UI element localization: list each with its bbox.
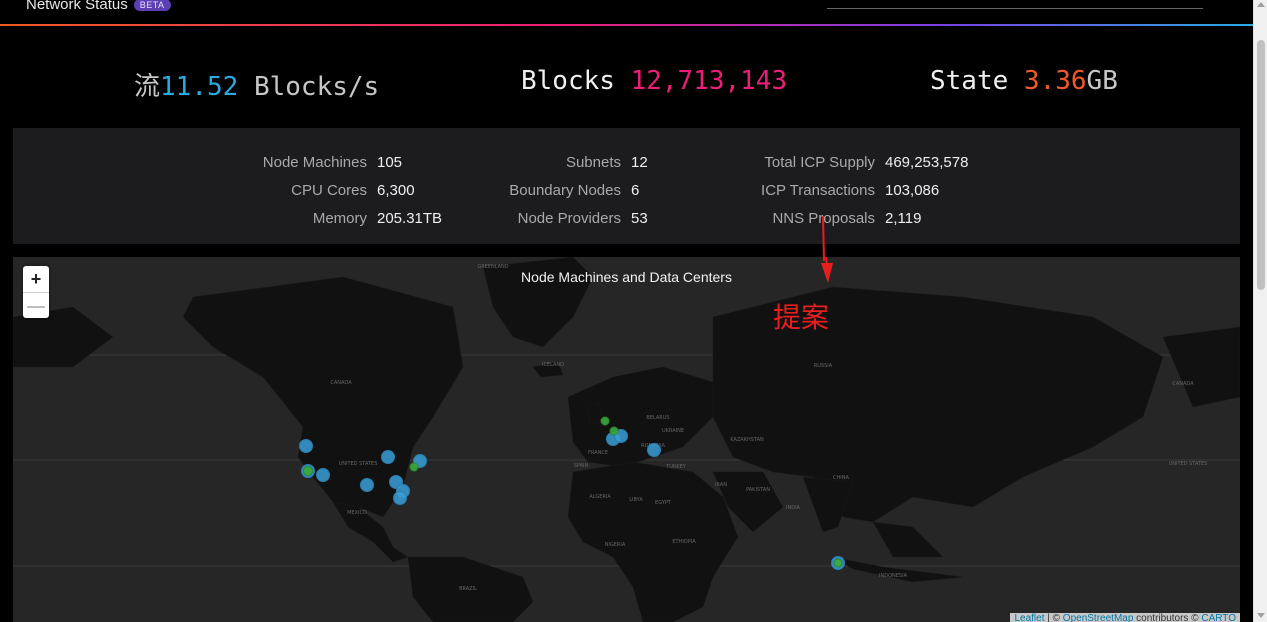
map-label: INDONESIA xyxy=(879,573,908,579)
stat-row: Total ICP Supply 469,253,578 xyxy=(13,148,968,176)
nns-proposals-value: 2,119 xyxy=(885,209,922,227)
annotation-text: 提案 xyxy=(773,301,830,334)
icp-transactions-label: ICP Transactions xyxy=(761,181,875,199)
map-label: UKRAINE xyxy=(662,428,684,434)
map-label: IRAN xyxy=(715,482,727,488)
map-label: RUSSIA xyxy=(814,363,833,369)
nns-proposals-label: NNS Proposals xyxy=(772,209,875,227)
total-icp-supply-label: Total ICP Supply xyxy=(764,153,875,171)
zoom-in-button[interactable]: + xyxy=(23,266,49,292)
map-label: TURKEY xyxy=(665,464,687,470)
page-scrollbar[interactable] xyxy=(1253,0,1267,622)
node-marker-green[interactable] xyxy=(833,558,843,568)
world-map-graphic: GREENLAND CANADA UNITED STATES MEXICO RU… xyxy=(13,257,1240,622)
node-marker-green[interactable] xyxy=(600,416,610,426)
annotation-arrow-top xyxy=(822,216,825,261)
state-label: State xyxy=(930,66,1024,96)
map-label: ALGERIA xyxy=(589,494,611,500)
scroll-down-icon[interactable] xyxy=(1257,613,1265,618)
map-label: ICELAND xyxy=(542,362,564,368)
beta-badge: BETA xyxy=(133,0,171,11)
map-label: BELARUS xyxy=(646,415,669,421)
node-marker[interactable] xyxy=(647,443,661,457)
app-title: Network Status xyxy=(26,0,128,13)
stats-panel: Node Machines 105 CPU Cores 6,300 Memory 20… xyxy=(13,128,1240,244)
state-unit: GB xyxy=(1086,66,1118,96)
map-label: MEXICO xyxy=(347,510,367,516)
map-label: ETHIOPIA xyxy=(672,539,696,545)
map-attribution: Leaflet | © OpenStreetMap contributors ©… xyxy=(1010,613,1240,622)
zoom-out-button[interactable]: — xyxy=(23,292,49,318)
map-label: FRANCE xyxy=(588,450,608,456)
map-title: Node Machines and Data Centers xyxy=(521,269,732,285)
header-divider xyxy=(0,24,1253,26)
carto-link[interactable]: CARTO xyxy=(1201,613,1236,622)
stat-row: ICP Transactions 103,086 xyxy=(13,176,968,204)
node-marker-green[interactable] xyxy=(409,462,419,472)
map-label: INDIA xyxy=(786,505,801,511)
state-stat: State 3.36GB xyxy=(930,66,1118,96)
map-label: CANADA xyxy=(330,380,352,386)
node-marker[interactable] xyxy=(299,439,313,453)
map-label: KAZAKHSTAN xyxy=(730,437,764,443)
map-label: BRAZIL xyxy=(459,586,477,592)
map-label: CHINA xyxy=(833,475,849,481)
icp-transactions-value: 103,086 xyxy=(885,181,940,199)
zoom-control: + — xyxy=(23,266,49,318)
rate-prefix: 流 xyxy=(134,72,161,102)
block-rate-value: 11.52 xyxy=(160,72,239,102)
attribution-mid: contributors © xyxy=(1133,613,1202,622)
node-marker[interactable] xyxy=(393,491,407,505)
map-label: LIBYA xyxy=(629,497,643,503)
map-label: SPAIN xyxy=(574,463,589,469)
node-marker-green[interactable] xyxy=(609,426,619,436)
state-value: 3.36 xyxy=(1023,66,1087,96)
blocks-value: 12,713,143 xyxy=(630,66,788,96)
blocks-stat: Blocks 12,713,143 xyxy=(521,66,787,96)
brand[interactable]: Network Status BETA xyxy=(26,0,171,13)
attribution-sep: | © xyxy=(1044,613,1063,622)
map-label: NIGERIA xyxy=(605,542,626,548)
blocks-label: Blocks xyxy=(521,66,631,96)
node-map[interactable]: GREENLAND CANADA UNITED STATES MEXICO RU… xyxy=(13,257,1240,622)
map-label: PAKISTAN xyxy=(746,487,770,493)
map-label: EGYPT xyxy=(655,500,672,506)
osm-link[interactable]: OpenStreetMap xyxy=(1063,613,1134,622)
map-label: CANADA xyxy=(1172,381,1194,387)
map-label: UNITED STATES xyxy=(1169,461,1208,467)
scroll-thumb[interactable] xyxy=(1257,40,1265,290)
node-marker-green[interactable] xyxy=(303,466,313,476)
node-marker[interactable] xyxy=(360,478,374,492)
block-rate-unit: Blocks/s xyxy=(238,72,380,102)
node-marker[interactable] xyxy=(381,450,395,464)
search-input[interactable] xyxy=(827,8,1203,9)
leaflet-link[interactable]: Leaflet xyxy=(1014,613,1044,622)
headline-stats: 流11.52 Blocks/s Blocks 12,713,143 State … xyxy=(0,66,1253,106)
node-marker[interactable] xyxy=(316,468,330,482)
map-label: UNITED STATES xyxy=(339,461,378,467)
total-icp-supply-value: 469,253,578 xyxy=(885,153,969,171)
scroll-up-icon[interactable] xyxy=(1257,2,1265,7)
top-bar: Network Status BETA xyxy=(0,0,1253,26)
block-rate-stat: 流11.52 Blocks/s xyxy=(134,66,379,103)
